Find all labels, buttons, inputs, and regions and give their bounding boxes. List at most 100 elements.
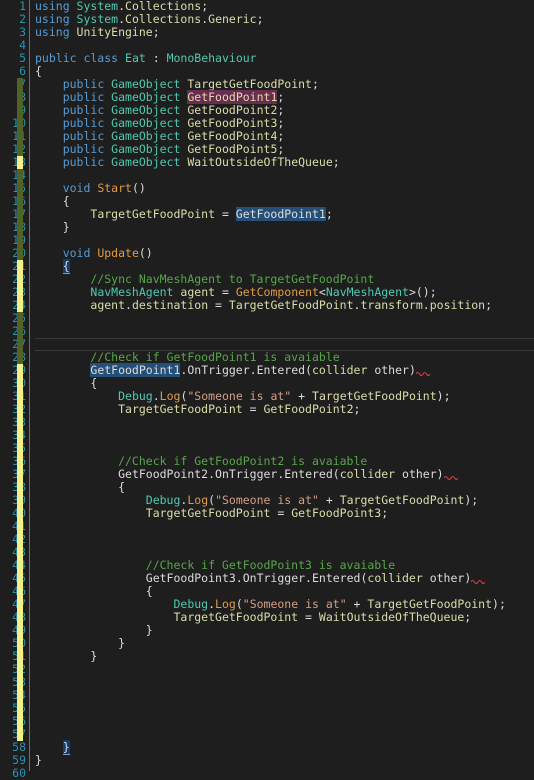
code-line[interactable] <box>35 728 534 741</box>
code-token: GetFoodPoint4 <box>187 129 278 143</box>
code-token: Entered <box>311 571 361 585</box>
code-token: ( <box>235 597 243 611</box>
code-token: ; <box>332 155 340 169</box>
code-line[interactable] <box>35 767 534 780</box>
code-line[interactable]: } <box>35 221 534 234</box>
code-token: void <box>62 246 98 260</box>
code-line[interactable] <box>35 676 534 689</box>
code-content-area[interactable]: using System.Collections; using System.Co… <box>30 0 534 771</box>
code-token: other <box>395 467 437 481</box>
code-line[interactable]: agent.destination = TargetGetFoodPoint.t… <box>35 299 534 312</box>
code-line[interactable] <box>35 325 534 338</box>
code-token: Entered <box>256 363 306 377</box>
code-line[interactable]: } <box>35 740 534 755</box>
code-token: Log <box>159 389 181 403</box>
code-token: TargetGetFoodPoint <box>228 298 354 312</box>
code-line[interactable] <box>35 715 534 728</box>
code-line[interactable]: } <box>35 754 534 767</box>
code-token: { <box>35 376 98 390</box>
editor-gutter[interactable]: 1234567891011121314151617181920212223242… <box>0 0 30 780</box>
code-token: ) <box>408 363 416 377</box>
code-token: TargetGetFoodPoint <box>173 610 299 624</box>
code-line[interactable]: } <box>35 637 534 650</box>
code-line[interactable]: void Start() <box>35 182 534 195</box>
comment-token: //Check if GetFoodPoint3 is avaiable <box>35 558 396 572</box>
code-token: collider <box>339 467 396 481</box>
code-line[interactable]: public class Eat : MonoBehaviour <box>35 52 534 65</box>
code-token: UnityEngine <box>76 25 153 39</box>
code-line[interactable]: } <box>35 650 534 663</box>
code-token: ; <box>277 90 285 104</box>
code-token: = <box>215 285 236 299</box>
change-bar-segment-unsaved <box>17 156 23 169</box>
code-token: . <box>422 298 430 312</box>
code-line[interactable]: void Update() <box>35 247 534 260</box>
code-token: Collections <box>125 12 202 26</box>
code-token: GetFoodPoint2 <box>118 467 209 481</box>
code-editor[interactable]: 1234567891011121314151617181920212223242… <box>0 0 534 780</box>
code-token: WaitOutsideOfTheQueue <box>187 155 333 169</box>
code-token: ) <box>464 571 472 585</box>
code-token: ; <box>277 129 285 143</box>
code-line[interactable] <box>35 702 534 715</box>
code-token: ; <box>311 77 319 91</box>
code-token: public <box>62 90 112 104</box>
code-token: = <box>208 298 229 312</box>
code-token: public <box>62 77 112 91</box>
code-line[interactable] <box>35 312 534 325</box>
code-token: () <box>138 246 153 260</box>
code-token: public <box>62 129 112 143</box>
code-token: ); <box>436 389 451 403</box>
code-line[interactable] <box>35 689 534 702</box>
code-line[interactable] <box>35 663 534 676</box>
code-line[interactable] <box>35 520 534 533</box>
code-line[interactable] <box>35 429 534 442</box>
code-token: { <box>35 480 126 494</box>
code-token: . <box>208 597 216 611</box>
code-token: { <box>35 64 42 78</box>
code-token: TargetGetFoodPoint <box>145 506 271 520</box>
code-token: } <box>35 220 70 234</box>
code-line[interactable] <box>35 416 534 429</box>
code-token: public <box>62 116 112 130</box>
code-token: . <box>125 298 132 312</box>
code-token: = <box>270 506 292 520</box>
matching-brace: } <box>62 740 70 755</box>
code-line[interactable]: GetFoodPoint1.OnTrigger.Entered(collider… <box>35 363 534 377</box>
code-token: Entered <box>284 467 333 481</box>
code-token: GetFoodPoint3 <box>291 506 382 520</box>
code-token: ); <box>492 597 506 611</box>
code-token: TargetGetFoodPoint <box>187 77 312 91</box>
code-token: public <box>62 142 112 156</box>
reference-highlight: GetFoodPoint1 <box>235 207 326 221</box>
code-token: GameObject <box>111 142 181 156</box>
code-token: GameObject <box>111 129 181 143</box>
code-token: + <box>318 493 340 507</box>
code-line[interactable]: TargetGetFoodPoint = GetFoodPoint3; <box>35 507 534 520</box>
code-line[interactable] <box>35 533 534 546</box>
code-token: other <box>367 363 409 377</box>
code-token: + <box>346 597 368 611</box>
line-number: 60 <box>12 766 26 780</box>
string-token: "Someone is at" <box>215 493 319 507</box>
code-line[interactable]: public GameObject WaitOutsideOfTheQueue; <box>35 156 534 169</box>
code-token: ; <box>353 402 361 416</box>
reference-highlight: GetFoodPoint1 <box>90 363 181 377</box>
code-token: using <box>35 12 77 26</box>
code-token: = <box>242 402 264 416</box>
code-token: TargetGetFoodPoint <box>367 597 493 611</box>
code-token: using <box>35 25 77 39</box>
code-line[interactable]: TargetGetFoodPoint = GetFoodPoint2; <box>35 403 534 416</box>
code-line[interactable]: using UnityEngine; <box>35 26 534 39</box>
code-line[interactable]: TargetGetFoodPoint = GetFoodPoint1; <box>35 207 534 221</box>
